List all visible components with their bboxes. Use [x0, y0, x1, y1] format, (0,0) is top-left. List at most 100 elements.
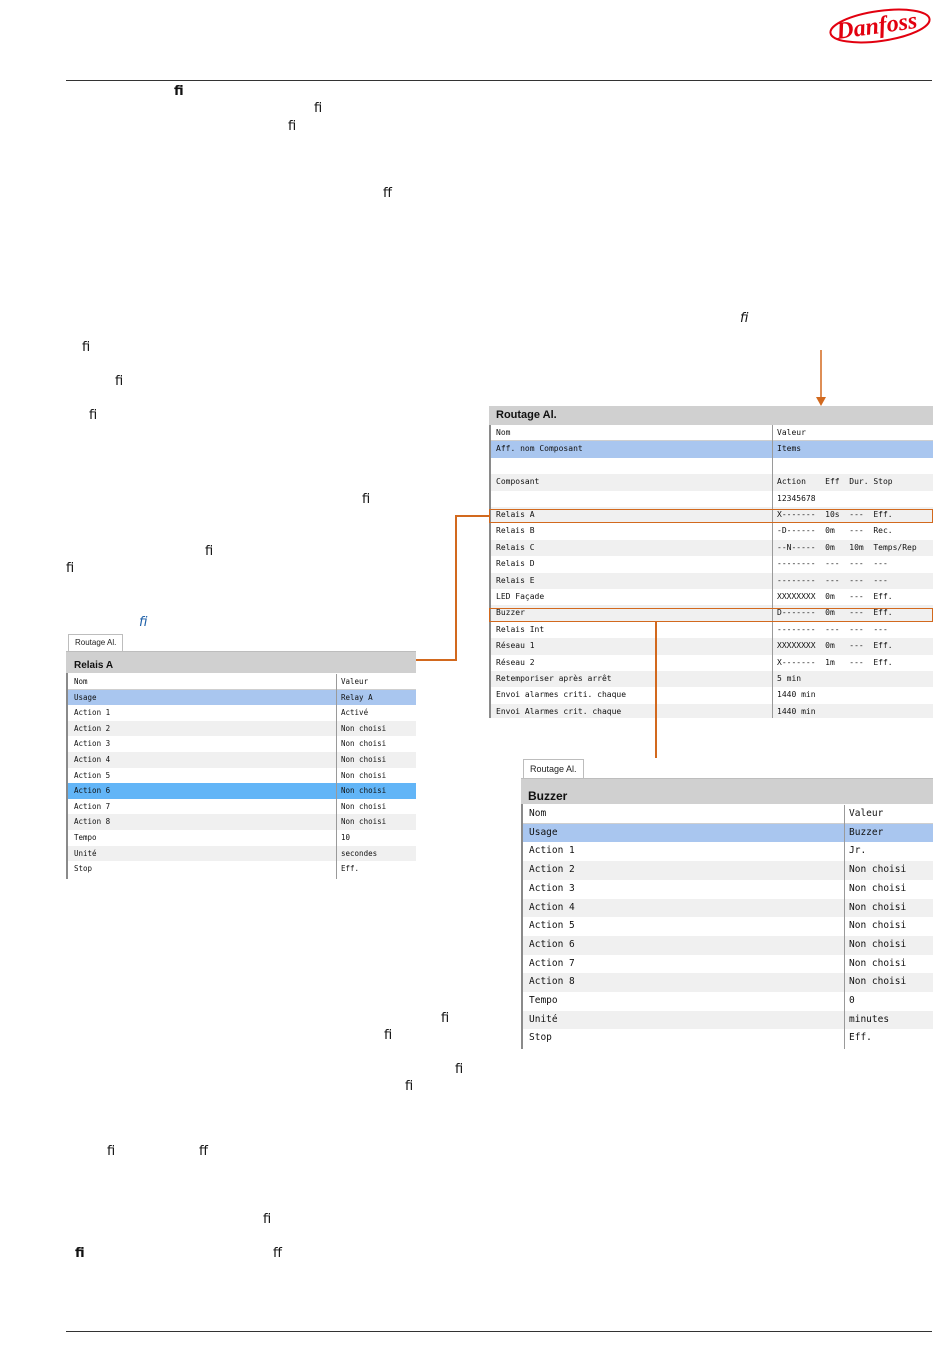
header-rule — [66, 80, 932, 81]
column-header-value: Valeur — [849, 808, 884, 819]
row-value: Relay A — [341, 692, 373, 702]
table-row[interactable] — [491, 458, 933, 474]
table-row[interactable]: Action 8 Non choisi — [523, 973, 933, 992]
table-row[interactable]: Action 7 Non choisi — [523, 955, 933, 974]
table-row[interactable]: Action 3 Non choisi — [523, 880, 933, 899]
table-row[interactable]: Envoi Alarmes crit. chaque 1440 min — [491, 703, 933, 718]
table-row[interactable]: Action 1 Activé — [68, 705, 416, 721]
row-name: Envoi Alarmes crit. chaque — [496, 706, 622, 716]
row-value: Non choisi — [341, 801, 387, 811]
row-value: Non choisi — [849, 864, 907, 876]
table-row[interactable]: Usage Relay A — [68, 689, 416, 706]
column-separator — [336, 674, 337, 879]
table-row[interactable]: Action 6 Non choisi — [68, 783, 416, 799]
table-row[interactable]: Relais E -------- --- --- --- — [491, 572, 933, 589]
table-row[interactable]: Envoi alarmes criti. chaque 1440 min — [491, 687, 933, 703]
row-value: --N----- 0m 10m Temps/Rep — [777, 542, 917, 552]
ligature-glyph: ﬀ — [199, 1144, 208, 1159]
logo-text: Danfoss — [834, 8, 919, 45]
row-value: Non choisi — [341, 786, 387, 796]
table-row[interactable]: Tempo 10 — [68, 830, 416, 846]
row-name: LED Façade — [496, 592, 545, 601]
row-value: Items — [777, 444, 802, 454]
table-row[interactable]: Usage Buzzer — [523, 823, 933, 843]
column-header-name: Nom — [74, 677, 88, 686]
table-row[interactable]: Réseau 2 X------- 1m --- Eff. — [491, 655, 933, 671]
row-name: Action 5 — [529, 920, 575, 932]
table-row[interactable]: Action 7 Non choisi — [68, 799, 416, 815]
tab-routage[interactable]: Routage Al. — [68, 634, 124, 651]
row-value: Eff. — [849, 1032, 872, 1044]
routage-panel: Routage Al. Nom Valeur Aff. nom Composan… — [489, 406, 933, 718]
table-row[interactable]: Action 8 Non choisi — [68, 814, 416, 830]
ligature-glyph: ﬁ — [405, 1079, 414, 1094]
row-value: XXXXXXXX 0m --- Eff. — [777, 641, 893, 651]
row-value: Non choisi — [849, 938, 907, 950]
table-row[interactable]: Retemporiser après arrêt 5 min — [491, 671, 933, 688]
table-row[interactable]: Unité minutes — [523, 1010, 933, 1030]
relais-a-highlight — [489, 509, 933, 523]
row-value: Buzzer — [849, 826, 884, 838]
table-row[interactable]: Action 2 Non choisi — [68, 720, 416, 737]
table-header: Nom Valeur — [491, 425, 933, 442]
ligature-glyph: ﬁ — [740, 311, 749, 326]
table-row[interactable]: Composant Action Eff Dur. Stop — [491, 474, 933, 491]
column-separator — [844, 805, 845, 1049]
ligature-glyph: ﬁ — [174, 84, 184, 99]
table-row[interactable]: Relais Int -------- --- --- --- — [491, 622, 933, 638]
column-header-name: Nom — [496, 428, 511, 437]
table-row[interactable]: Aff. nom Composant Items — [491, 441, 933, 458]
row-value: minutes — [849, 1013, 890, 1025]
row-value: 10 — [341, 833, 351, 842]
row-value: XXXXXXXX 0m --- Eff. — [777, 592, 893, 601]
ligature-glyph: ﬁ — [314, 101, 323, 116]
row-name: Action 6 — [74, 786, 111, 796]
row-name: Action 4 — [74, 755, 111, 764]
row-name: Relais B — [496, 526, 535, 536]
table-row[interactable]: Relais D -------- --- --- --- — [491, 556, 933, 572]
buzzer-panel: Routage Al. Buzzer Nom Valeur Usage Buzze… — [521, 759, 933, 1049]
row-name: Relais C — [496, 542, 535, 552]
relais-a-panel: Routage Al. Relais A Nom Valeur Usage Rel… — [66, 634, 416, 879]
row-name: Envoi alarmes criti. chaque — [496, 690, 627, 700]
ligature-glyph: ﬁ — [82, 340, 91, 355]
table-row[interactable]: Relais C --N----- 0m 10m Temps/Rep — [491, 539, 933, 557]
table-row[interactable]: Tempo 0 — [523, 992, 933, 1011]
table-row[interactable]: LED Façade XXXXXXXX 0m --- Eff. — [491, 589, 933, 605]
row-name: Stop — [74, 864, 93, 874]
row-name: Action 1 — [529, 845, 575, 857]
table-row[interactable]: 12345678 — [491, 491, 933, 507]
table-row[interactable]: Action 3 Non choisi — [68, 736, 416, 752]
row-value: Non choisi — [849, 957, 907, 969]
table-row[interactable]: Action 4 Non choisi — [523, 898, 933, 918]
row-name: Tempo — [74, 833, 97, 842]
row-value: Eff. — [341, 864, 360, 874]
row-name: Action 4 — [529, 901, 575, 913]
ligature-glyph: ﬁ — [107, 1144, 116, 1159]
row-value: -D------ 0m --- Rec. — [777, 526, 893, 536]
footer-rule — [66, 1331, 932, 1332]
row-name: Action 1 — [74, 708, 111, 718]
row-name: Retemporiser après arrêt — [496, 674, 612, 683]
column-header-value: Valeur — [777, 428, 806, 437]
table-row[interactable]: Unité secondes — [68, 845, 416, 862]
row-name: Relais E — [496, 575, 535, 585]
table-row[interactable]: Action 6 Non choisi — [523, 935, 933, 955]
tab-routage[interactable]: Routage Al. — [523, 759, 584, 778]
table-row[interactable]: Relais B -D------ 0m --- Rec. — [491, 523, 933, 539]
row-name: Unité — [74, 848, 97, 858]
row-value: Non choisi — [849, 976, 907, 988]
row-name: Action 2 — [529, 864, 575, 876]
ligature-glyph: ﬁ — [288, 119, 297, 134]
table-row[interactable]: Réseau 1 XXXXXXXX 0m --- Eff. — [491, 638, 933, 655]
row-value: 1440 min — [777, 690, 816, 700]
table-row[interactable]: Action 2 Non choisi — [523, 861, 933, 880]
table-row[interactable]: Action 5 Non choisi — [68, 768, 416, 784]
ligature-glyph: ﬁ — [75, 1246, 85, 1261]
table-row[interactable]: Stop Eff. — [523, 1029, 933, 1048]
table-row[interactable]: Action 5 Non choisi — [523, 917, 933, 936]
callout-line — [455, 515, 489, 517]
table-row[interactable]: Action 4 Non choisi — [68, 752, 416, 768]
table-row[interactable]: Action 1 Jr. — [523, 842, 933, 861]
table-row[interactable]: Stop Eff. — [68, 861, 416, 877]
